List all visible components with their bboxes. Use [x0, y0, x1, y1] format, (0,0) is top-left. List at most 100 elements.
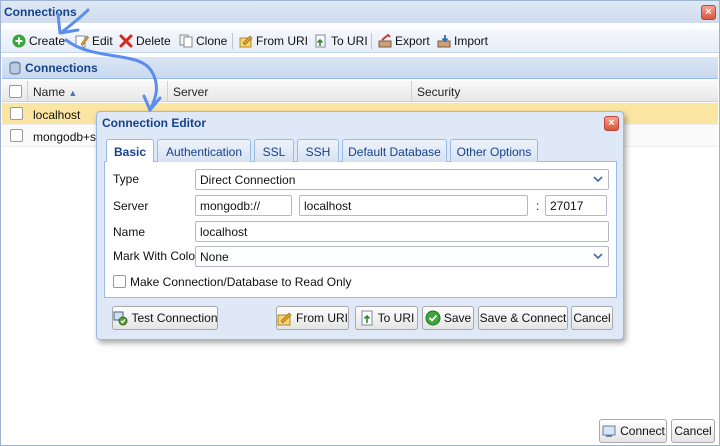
mark-with-color-select[interactable]: None: [195, 246, 609, 267]
tab-ssl[interactable]: SSL: [254, 139, 294, 162]
chevron-down-icon: [591, 249, 605, 263]
delete-label: Delete: [136, 34, 171, 48]
name-field-value: localhost: [200, 225, 248, 239]
connections-panel-header: Connections: [2, 57, 718, 79]
name-column-header[interactable]: Name ▲: [28, 81, 168, 102]
from-uri-label: From URI: [256, 34, 308, 48]
save-and-connect-label: Save & Connect: [479, 311, 567, 325]
delete-x-icon: [119, 34, 133, 48]
tab-ssh[interactable]: SSH: [297, 139, 339, 162]
read-only-checkbox[interactable]: [113, 275, 126, 288]
mark-with-color-value: None: [200, 250, 229, 264]
type-select[interactable]: Direct Connection: [195, 169, 609, 190]
from-uri-label: From URI: [296, 311, 348, 325]
save-button[interactable]: Save: [422, 306, 474, 330]
delete-button[interactable]: Delete: [119, 32, 171, 50]
connect-button[interactable]: Connect: [599, 419, 667, 443]
toolbar: Create Edit Delete Clone From URI To URI…: [1, 29, 719, 53]
test-connection-button[interactable]: Test Connection: [112, 306, 218, 330]
test-connection-label: Test Connection: [131, 311, 218, 325]
export-button[interactable]: Export: [378, 32, 430, 50]
server-label: Server: [113, 199, 149, 213]
test-connection-icon: [112, 310, 128, 326]
tab-label: Other Options: [456, 145, 532, 159]
create-label: Create: [29, 34, 66, 48]
server-column-label: Server: [173, 85, 209, 99]
read-only-label: Make Connection/Database to Read Only: [130, 275, 352, 289]
window-close-button[interactable]: ×: [701, 5, 716, 20]
to-uri-icon: [359, 310, 375, 326]
edit-icon: [75, 34, 89, 48]
database-icon: [8, 61, 22, 75]
import-label: Import: [454, 34, 489, 48]
row-checkbox[interactable]: [10, 107, 23, 120]
connect-icon: [601, 423, 617, 439]
tab-basic[interactable]: Basic: [106, 139, 154, 163]
dialog-to-uri-button[interactable]: To URI: [355, 306, 418, 330]
connect-label: Connect: [620, 424, 665, 438]
from-uri-icon: [239, 34, 253, 48]
server-host-field[interactable]: localhost: [299, 195, 528, 216]
dialog-from-uri-button[interactable]: From URI: [276, 306, 349, 330]
name-field[interactable]: localhost: [195, 221, 609, 242]
panel-title: Connections: [25, 61, 98, 75]
server-port-value: 27017: [550, 199, 584, 213]
from-uri-button[interactable]: From URI: [239, 32, 308, 50]
chevron-down-icon: [591, 172, 605, 186]
server-scheme-value: mongodb://: [200, 199, 261, 213]
row-name: localhost: [33, 108, 81, 122]
cancel-label: Cancel: [573, 311, 611, 325]
type-label: Type: [113, 172, 140, 186]
tab-label: SSH: [305, 145, 331, 159]
cancel-button[interactable]: Cancel: [671, 419, 715, 443]
import-button[interactable]: Import: [437, 32, 488, 50]
clone-icon: [179, 34, 193, 48]
grid-header: Name ▲ Server Security: [2, 81, 718, 102]
port-separator: :: [536, 199, 540, 213]
export-label: Export: [395, 34, 430, 48]
window-title: Connections: [1, 1, 719, 23]
tab-authentication[interactable]: Authentication: [157, 139, 251, 162]
server-host-value: localhost: [304, 199, 352, 213]
mark-with-color-label: Mark With Color: [113, 249, 200, 263]
clone-button[interactable]: Clone: [179, 32, 227, 50]
server-column-header[interactable]: Server: [168, 81, 412, 102]
type-select-value: Direct Connection: [200, 173, 296, 187]
dialog-title: Connection Editor: [102, 116, 206, 130]
tab-default-database[interactable]: Default Database: [342, 139, 447, 162]
server-scheme-field[interactable]: mongodb://: [195, 195, 292, 216]
to-uri-label: To URI: [377, 311, 415, 325]
save-and-connect-button[interactable]: Save & Connect: [478, 306, 568, 330]
export-icon: [378, 33, 392, 48]
plus-circle-icon: [12, 34, 26, 48]
security-column-header[interactable]: Security: [412, 81, 718, 102]
toolbar-separator: [232, 33, 233, 49]
create-button[interactable]: Create: [12, 32, 65, 50]
to-uri-button[interactable]: To URI: [314, 32, 368, 50]
tab-label: SSL: [262, 145, 286, 159]
close-icon: ×: [705, 6, 712, 18]
tab-label: Default Database: [348, 145, 441, 159]
tab-other-options[interactable]: Other Options: [450, 139, 538, 162]
select-all-checkbox[interactable]: [9, 85, 22, 98]
basic-tab-panel: Type Direct Connection Server mongodb://…: [104, 162, 617, 298]
name-label: Name: [113, 225, 146, 239]
select-all-column[interactable]: [2, 81, 28, 102]
from-uri-icon: [277, 310, 293, 326]
check-circle-icon: [425, 310, 441, 326]
tab-label: Authentication: [165, 145, 243, 159]
dialog-close-button[interactable]: ×: [604, 116, 619, 131]
connection-editor-dialog: Connection Editor × Basic Authentication…: [96, 111, 624, 340]
tab-label: Basic: [113, 145, 147, 159]
import-icon: [437, 34, 451, 48]
row-checkbox[interactable]: [10, 129, 23, 142]
dialog-cancel-button[interactable]: Cancel: [571, 306, 613, 330]
sort-asc-icon: ▲: [68, 88, 78, 98]
tab-strip: Basic Authentication SSL SSH Default Dat…: [104, 138, 617, 163]
edit-button[interactable]: Edit: [75, 32, 113, 50]
to-uri-label: To URI: [331, 34, 368, 48]
server-port-field[interactable]: 27017: [545, 195, 607, 216]
security-column-label: Security: [417, 85, 461, 99]
close-icon: ×: [608, 117, 615, 129]
cancel-label: Cancel: [674, 424, 712, 438]
